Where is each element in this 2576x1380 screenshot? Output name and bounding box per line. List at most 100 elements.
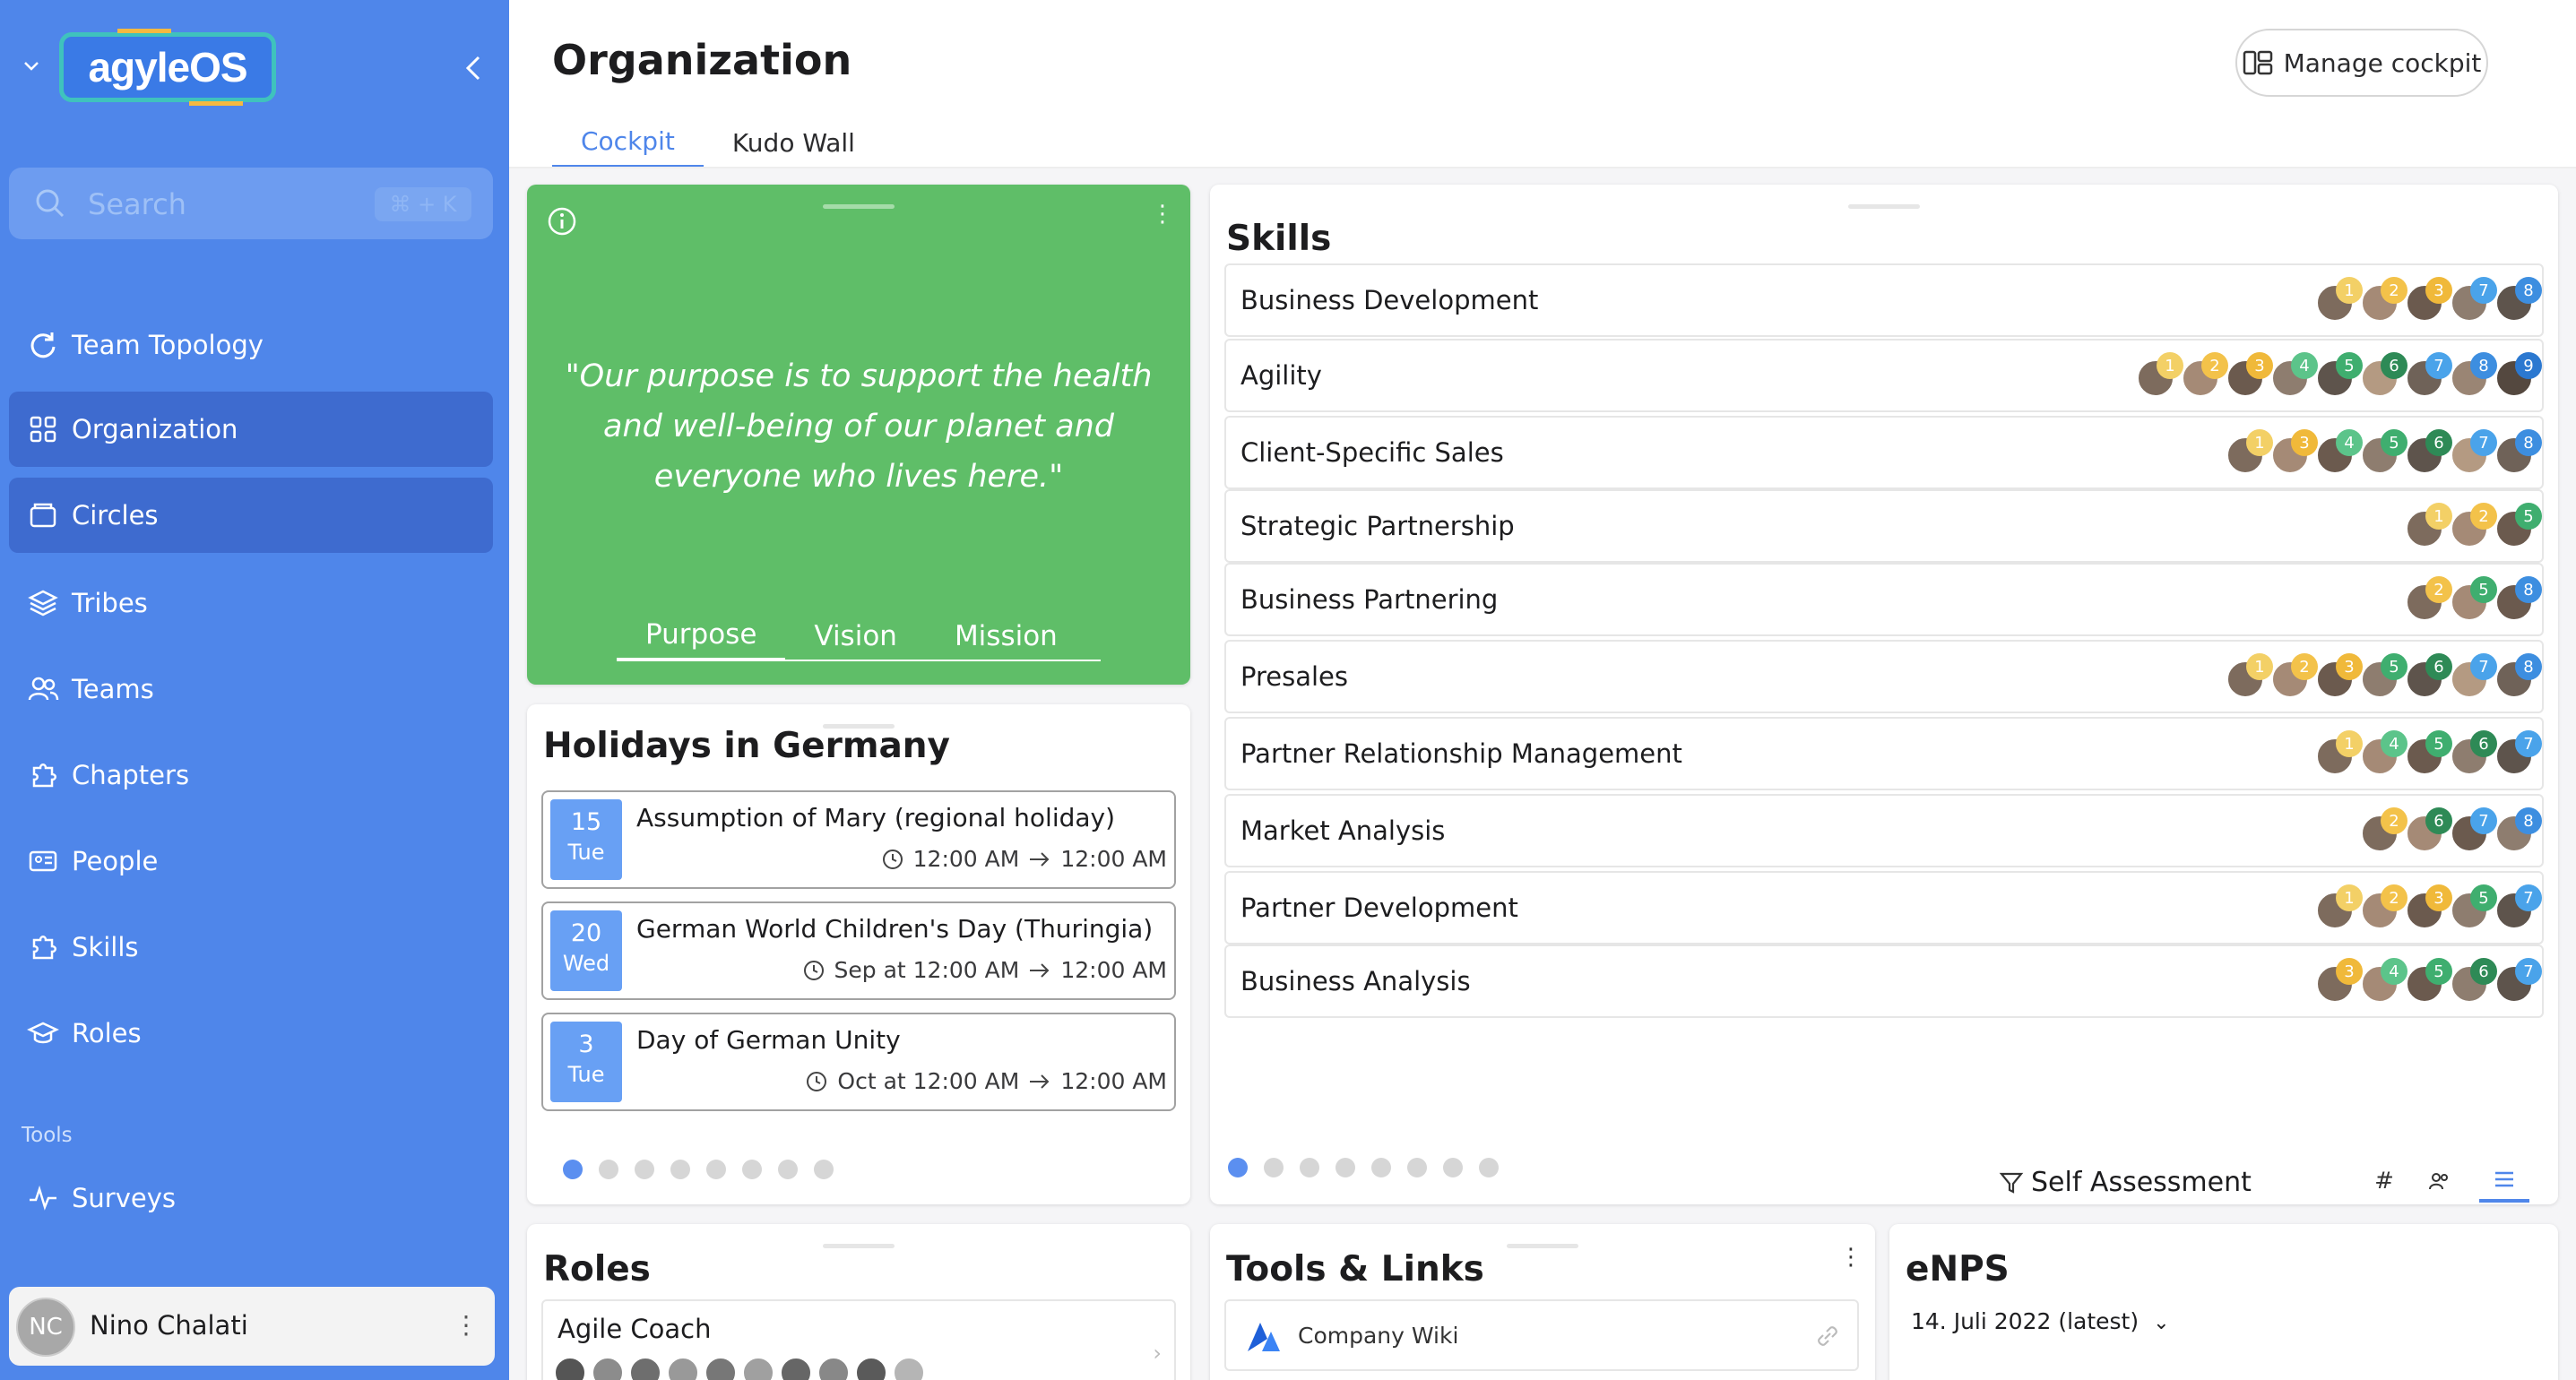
info-icon[interactable] [547, 206, 577, 237]
avatar[interactable]: 7 [2451, 429, 2497, 474]
avatar[interactable]: 6 [2451, 958, 2497, 1003]
page-dot[interactable] [778, 1160, 798, 1179]
link-item[interactable]: Company Wiki [1224, 1299, 1859, 1371]
avatar[interactable]: 3 [2406, 884, 2452, 929]
sidebar-item-surveys[interactable]: Surveys [9, 1160, 493, 1236]
drag-handle[interactable] [1507, 1244, 1578, 1248]
avatar[interactable]: 4 [2316, 429, 2363, 474]
page-dot[interactable] [1264, 1158, 1284, 1177]
skill-row[interactable]: Strategic Partnership 1 2 5 [1224, 489, 2544, 563]
tab-mission[interactable]: Mission [926, 611, 1086, 661]
holiday-item[interactable]: 15 Tue Assumption of Mary (regional holid… [541, 790, 1176, 889]
holiday-item[interactable]: 20 Wed German World Children's Day (Thuri… [541, 901, 1176, 1000]
avatar[interactable]: 1 [2137, 352, 2183, 397]
drag-handle[interactable] [823, 1244, 895, 1248]
skill-row[interactable]: Partner Relationship Management 1 4 5 6 7 [1224, 717, 2544, 790]
page-dot[interactable] [1479, 1158, 1499, 1177]
avatar[interactable]: 6 [2451, 730, 2497, 775]
holiday-item[interactable]: 3 Tue Day of German Unity Oct at 12:00 AM… [541, 1013, 1176, 1111]
avatar[interactable]: 5 [2361, 429, 2407, 474]
avatar[interactable]: 9 [2495, 352, 2542, 397]
avatar[interactable]: 4 [2361, 958, 2407, 1003]
user-profile[interactable]: NC Nino Chalati ⋮ [9, 1287, 495, 1366]
page-dot[interactable] [1371, 1158, 1391, 1177]
page-dot[interactable] [1300, 1158, 1319, 1177]
logo[interactable]: agyleOS [59, 29, 276, 106]
tab-purpose[interactable]: Purpose [617, 611, 786, 661]
avatar[interactable]: 6 [2406, 429, 2452, 474]
avatar[interactable]: 2 [2271, 653, 2318, 698]
more-icon[interactable]: ⋮ [454, 1310, 479, 1340]
role-item[interactable]: Agile Coach › [541, 1299, 1176, 1380]
avatar[interactable]: 2 [2182, 352, 2228, 397]
page-dot[interactable] [1407, 1158, 1427, 1177]
avatar[interactable]: 8 [2451, 352, 2497, 397]
sidebar-item-skills[interactable]: Skills [9, 910, 493, 985]
skill-row[interactable]: Agility 1 2 3 4 5 6 7 8 9 [1224, 339, 2544, 412]
avatar[interactable]: 1 [2316, 884, 2363, 929]
page-dot[interactable] [1336, 1158, 1355, 1177]
skill-row[interactable]: Business Partnering 2 5 8 [1224, 563, 2544, 636]
avatar[interactable]: 2 [2451, 503, 2497, 548]
avatar[interactable]: 7 [2451, 807, 2497, 852]
page-dot[interactable] [706, 1160, 726, 1179]
sidebar-item-circles[interactable]: Circles [9, 478, 493, 553]
avatar[interactable]: 5 [2406, 958, 2452, 1003]
avatar[interactable]: 2 [2361, 807, 2407, 852]
avatar[interactable]: 7 [2495, 730, 2542, 775]
page-dot[interactable] [814, 1160, 834, 1179]
page-dot[interactable] [742, 1160, 762, 1179]
chevron-left-icon[interactable] [461, 54, 486, 82]
view-hash-button[interactable]: # [2368, 1160, 2400, 1203]
page-dot[interactable] [599, 1160, 618, 1179]
avatar[interactable]: 1 [2406, 503, 2452, 548]
self-assessment-button[interactable]: Self Assessment [1999, 1167, 2252, 1198]
avatar[interactable]: 7 [2451, 653, 2497, 698]
avatar[interactable]: 2 [2361, 884, 2407, 929]
sidebar-item-teams[interactable]: Teams [9, 651, 493, 727]
skill-row[interactable]: Market Analysis 2 6 7 8 [1224, 794, 2544, 867]
avatar[interactable]: 7 [2495, 884, 2542, 929]
view-people-button[interactable] [2424, 1160, 2456, 1203]
sidebar-item-people[interactable]: People [9, 824, 493, 899]
avatar[interactable]: 7 [2451, 277, 2497, 322]
page-dot[interactable] [1228, 1158, 1248, 1177]
avatar[interactable]: 7 [2406, 352, 2452, 397]
tab-vision[interactable]: Vision [785, 611, 926, 661]
tab-kudo-wall[interactable]: Kudo Wall [704, 116, 884, 168]
avatar[interactable]: 5 [2406, 730, 2452, 775]
more-icon[interactable]: ⋮ [1151, 201, 1174, 228]
avatar[interactable]: 8 [2495, 807, 2542, 852]
avatar[interactable]: 7 [2495, 958, 2542, 1003]
drag-handle[interactable] [1848, 204, 1920, 209]
page-dot[interactable] [635, 1160, 654, 1179]
avatar[interactable]: 2 [2361, 277, 2407, 322]
avatar[interactable]: 1 [2226, 653, 2273, 698]
skill-row[interactable]: Partner Development 1 2 3 5 7 [1224, 871, 2544, 944]
chevron-down-icon[interactable] [22, 56, 41, 75]
skill-row[interactable]: Client-Specific Sales 1 3 4 5 6 7 8 [1224, 416, 2544, 489]
manage-cockpit-button[interactable]: Manage cockpit [2235, 29, 2488, 97]
avatar[interactable]: 3 [2316, 653, 2363, 698]
tab-cockpit[interactable]: Cockpit [552, 116, 704, 168]
avatar[interactable]: 5 [2495, 503, 2542, 548]
sidebar-item-chapters[interactable]: Chapters [9, 737, 493, 813]
skill-row[interactable]: Presales 1 2 3 5 6 7 8 [1224, 640, 2544, 713]
more-icon[interactable]: ⋮ [1839, 1244, 1863, 1271]
avatar[interactable]: 3 [2226, 352, 2273, 397]
avatar[interactable]: 3 [2406, 277, 2452, 322]
date-select[interactable]: 14. Juli 2022 (latest) ⌄ [1911, 1308, 2170, 1334]
avatar[interactable]: 3 [2271, 429, 2318, 474]
page-dot[interactable] [670, 1160, 690, 1179]
avatar[interactable]: 6 [2406, 653, 2452, 698]
avatar[interactable]: 1 [2316, 277, 2363, 322]
drag-handle[interactable] [823, 204, 895, 209]
skill-row[interactable]: Business Analysis 3 4 5 6 7 [1224, 944, 2544, 1018]
avatar[interactable]: 3 [2316, 958, 2363, 1003]
avatar[interactable]: 5 [2451, 576, 2497, 621]
view-list-button[interactable] [2479, 1160, 2529, 1203]
search-input[interactable]: Search ⌘ + K [9, 168, 493, 239]
avatar[interactable]: 1 [2226, 429, 2273, 474]
avatar[interactable]: 6 [2361, 352, 2407, 397]
avatar[interactable]: 5 [2361, 653, 2407, 698]
